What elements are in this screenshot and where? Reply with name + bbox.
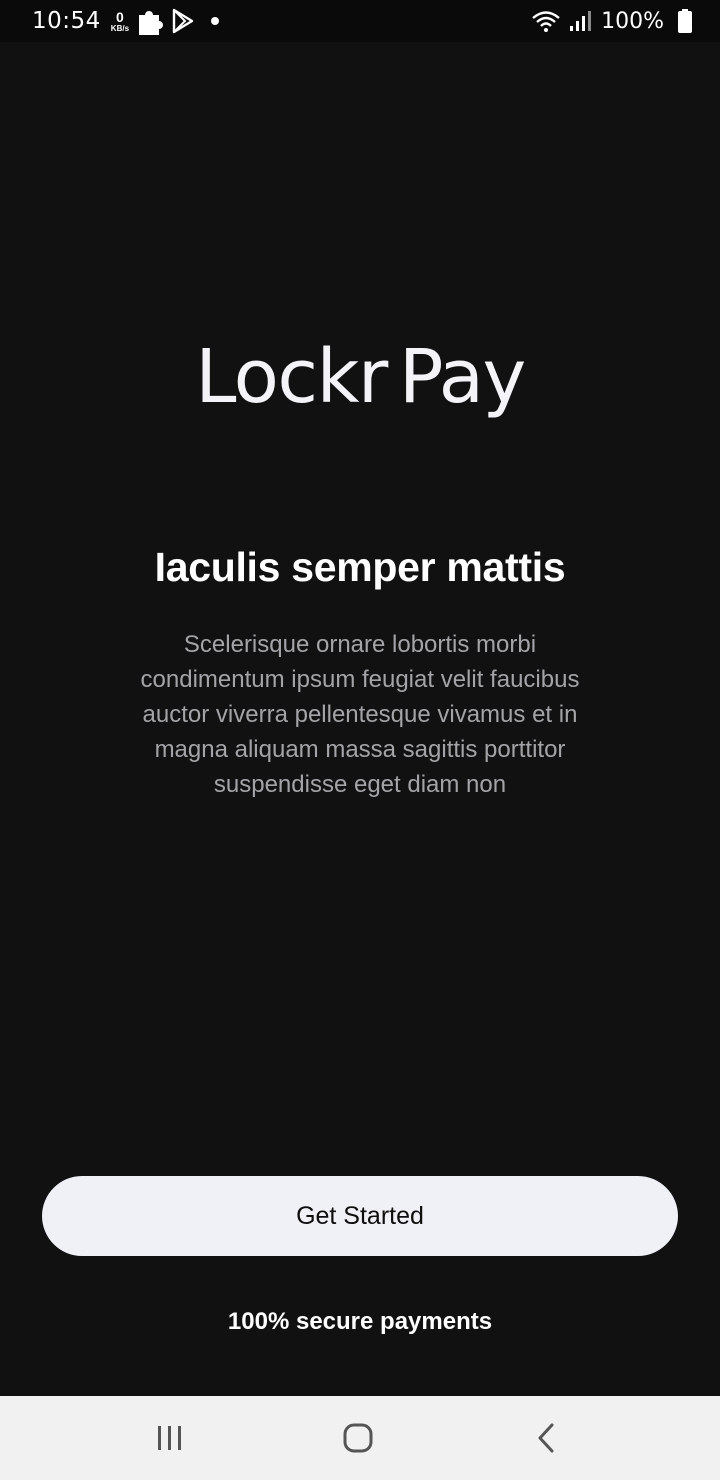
status-left: 10:54 0 KB/s xyxy=(32,7,220,35)
home-icon xyxy=(343,1423,373,1453)
notification-dot xyxy=(211,17,220,25)
screen: 10:54 0 KB/s 100% Lockr Pay Iaculis semp… xyxy=(0,0,720,1480)
app-logo: Lockr Pay xyxy=(0,334,720,420)
network-speed-unit: KB/s xyxy=(110,23,130,33)
back-button[interactable] xyxy=(524,1418,568,1458)
signal-icon xyxy=(569,9,592,33)
navigation-bar xyxy=(0,1396,720,1480)
headline: Iaculis semper mattis xyxy=(154,544,566,590)
home-button[interactable] xyxy=(336,1418,380,1458)
battery-percentage: 100% xyxy=(601,8,664,34)
back-icon xyxy=(538,1423,554,1453)
description: Scelerisque ornare lobortis morbi condim… xyxy=(140,631,580,798)
logo-text-lockr: Lockr xyxy=(195,334,388,420)
status-bar: 10:54 0 KB/s 100% xyxy=(0,0,720,42)
logo-text-pay: Pay xyxy=(398,334,526,420)
wifi-icon xyxy=(531,9,561,33)
secure-payments-text: 100% secure payments xyxy=(227,1308,493,1335)
battery-icon xyxy=(678,9,692,33)
recents-icon xyxy=(158,1426,181,1450)
network-speed: 0 KB/s xyxy=(111,10,129,33)
get-started-button[interactable]: Get Started xyxy=(42,1176,678,1256)
status-time: 10:54 xyxy=(32,8,101,34)
play-store-icon xyxy=(171,8,195,34)
puzzle-icon xyxy=(137,7,164,35)
network-speed-value: 0 xyxy=(116,8,124,25)
recents-button[interactable] xyxy=(148,1418,192,1458)
status-right: 100% xyxy=(523,9,692,34)
